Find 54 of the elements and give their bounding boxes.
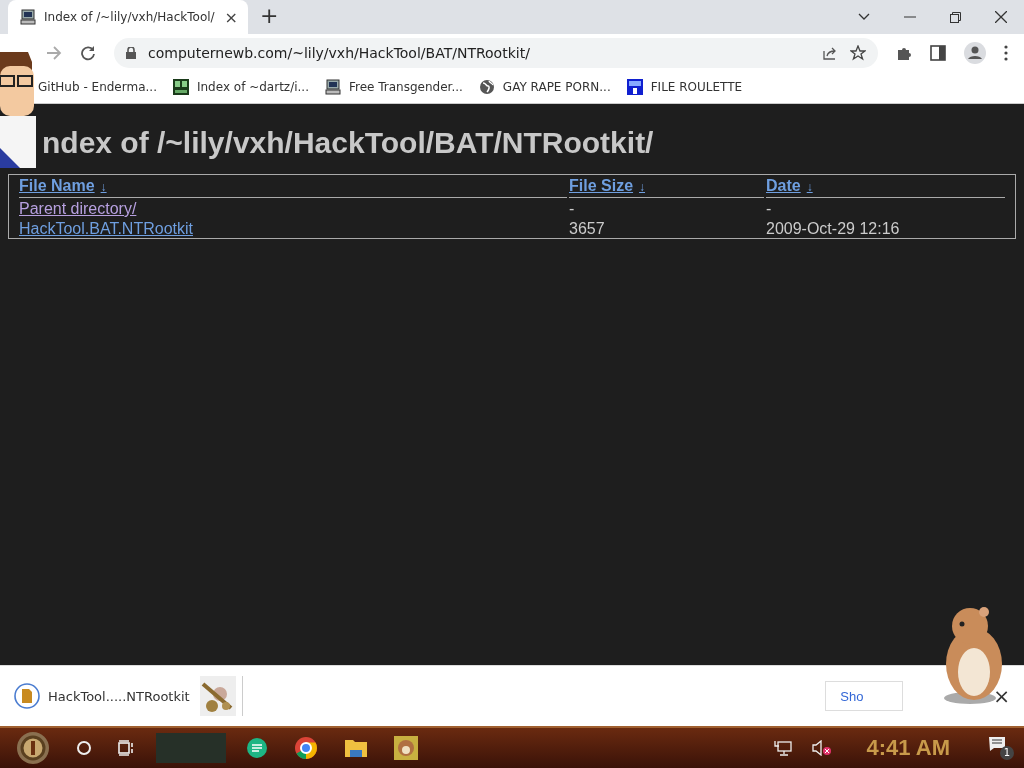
- chat-icon[interactable]: [246, 737, 268, 759]
- reload-icon[interactable]: [80, 44, 96, 61]
- tab-title: Index of /~lily/vxh/HackTool/: [44, 10, 216, 24]
- chrome-icon[interactable]: [294, 736, 318, 760]
- grid-icon: [172, 79, 189, 95]
- table-cell: -: [766, 200, 772, 217]
- profile-icon[interactable]: [964, 41, 986, 64]
- close-icon[interactable]: [995, 11, 1007, 23]
- table-cell: -: [569, 200, 575, 217]
- bookmark[interactable]: GitHub - Enderma...: [38, 80, 157, 94]
- new-tab-button[interactable]: +: [260, 2, 279, 28]
- sort-link[interactable]: ↓: [639, 180, 646, 194]
- globe-icon: [478, 79, 495, 95]
- notification-count: 1: [1000, 746, 1014, 760]
- bookmark[interactable]: FILE ROULETTE: [626, 79, 743, 95]
- search-circle-icon[interactable]: [76, 740, 92, 756]
- table-cell: 2009-Oct-29 12:16: [766, 220, 900, 237]
- file-link[interactable]: HackTool.BAT.NTRootkit: [19, 220, 193, 237]
- page-heading: ndex of /~lily/vxh/HackTool/BAT/NTRootkit/: [42, 126, 655, 160]
- file-icon: [14, 683, 40, 709]
- taskbar-panel: [156, 733, 226, 763]
- table-cell: 3657: [569, 220, 605, 237]
- sort-link[interactable]: ↓: [806, 180, 813, 194]
- show-all-button[interactable]: Sho: [825, 681, 904, 711]
- column-header-link[interactable]: File Name: [19, 177, 95, 194]
- close-button[interactable]: ×: [993, 684, 1010, 708]
- browser-tab[interactable]: Index of /~lily/vxh/HackTool/ ×: [8, 0, 248, 34]
- task-view-icon[interactable]: [118, 740, 136, 756]
- bookmark-tile-icon: [626, 79, 643, 95]
- notification-icon: [988, 736, 1006, 752]
- notification-button[interactable]: 1: [988, 736, 1014, 760]
- side-panel-icon[interactable]: [930, 44, 946, 61]
- bookmark[interactable]: Free Transgender...: [324, 79, 463, 95]
- bookmark[interactable]: GAY RAPE PORN...: [478, 79, 611, 95]
- file-link[interactable]: Parent directory/: [19, 200, 137, 217]
- muted-speaker-icon[interactable]: [812, 740, 833, 756]
- clock[interactable]: 4:41 AM: [866, 735, 950, 761]
- close-tab-button[interactable]: ×: [224, 7, 238, 27]
- bookmark[interactable]: Index of ~dartz/i...: [172, 79, 309, 95]
- network-icon[interactable]: [774, 740, 793, 756]
- restore-icon[interactable]: [950, 11, 961, 23]
- sort-link[interactable]: ↓: [100, 180, 107, 194]
- download-item[interactable]: HackTool.....NTRootkit: [14, 683, 190, 709]
- computer-icon: [324, 79, 341, 95]
- menu-icon[interactable]: [1004, 44, 1008, 61]
- address-bar[interactable]: computernewb.com/~lily/vxh/HackTool/BAT/NTRootkit/: [114, 37, 878, 68]
- computer-icon: [20, 9, 36, 25]
- tab-search-icon[interactable]: [858, 13, 870, 21]
- lock-icon: [126, 46, 136, 59]
- folder-icon[interactable]: [344, 738, 368, 758]
- column-header-link[interactable]: File Size: [569, 177, 634, 194]
- star-icon[interactable]: [850, 44, 866, 61]
- column-header-link[interactable]: Date: [766, 177, 801, 194]
- hamster-app-icon[interactable]: [394, 736, 418, 760]
